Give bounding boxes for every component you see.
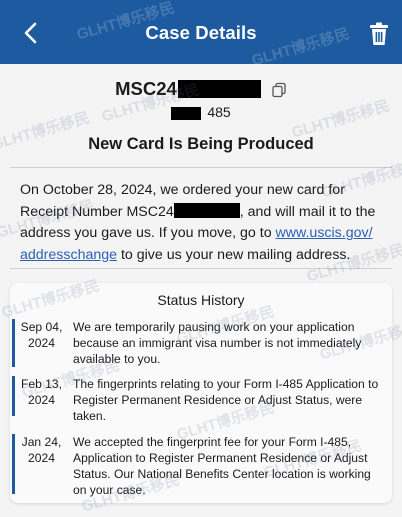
divider: [10, 167, 392, 168]
status-description: On October 28, 2024, we ordered your new…: [20, 180, 390, 266]
case-status-title: New Card Is Being Produced: [88, 135, 314, 153]
redaction-block: [173, 202, 240, 218]
entry-date-line: 2024: [28, 451, 55, 465]
divider: [10, 268, 392, 269]
entry-text: We accepted the fingerprint fee for your…: [73, 435, 371, 497]
entry-date-line: 2024: [28, 393, 55, 407]
uscis-link[interactable]: www.uscis.gov/: [276, 225, 373, 241]
history-entry: Jan 24, 2024 We accepted the fingerprint…: [10, 434, 392, 498]
entry-text: The fingerprints relating to your Form I…: [73, 377, 379, 423]
entry-date-line: Feb 13,: [20, 377, 62, 391]
entry-date: Jan 24, 2024: [18, 434, 65, 466]
form-suffix: 485: [207, 104, 231, 120]
receipt-number: MSC24: [0, 78, 402, 102]
form-number: 485: [0, 104, 402, 120]
entry-date: Feb 13, 2024: [18, 376, 65, 408]
entry-text: We are temporarily pausing work on your …: [73, 320, 362, 366]
entry-date: Sep 04, 2024: [18, 319, 65, 351]
status-history-card: Status History Sep 04, 2024 We are tempo…: [10, 283, 392, 503]
redaction-block: [171, 106, 202, 120]
timeline-bar: [12, 434, 15, 494]
entry-date-line: 2024: [28, 336, 55, 350]
page-title: Case Details: [145, 22, 257, 43]
entry-date-line: Jan 24,: [21, 435, 62, 449]
top-app-bar: Case Details: [0, 0, 402, 64]
copy-icon: [272, 82, 286, 98]
status-history-title: Status History: [157, 292, 245, 308]
trash-icon: [370, 22, 388, 45]
history-entry: Feb 13, 2024 The fingerprints relating t…: [10, 376, 392, 424]
entry-date-line: Sep 04,: [20, 320, 63, 334]
delete-button[interactable]: [368, 22, 390, 46]
description-text: to give us your new mailing address.: [117, 246, 351, 263]
redaction-block: [177, 80, 261, 98]
history-entry: Sep 04, 2024 We are temporarily pausing …: [10, 319, 392, 367]
copy-button[interactable]: [271, 81, 287, 98]
addresschange-link[interactable]: addresschange: [20, 247, 117, 263]
timeline-bar: [12, 319, 15, 367]
timeline-bar: [12, 376, 15, 416]
receipt-prefix: MSC24: [115, 78, 177, 99]
